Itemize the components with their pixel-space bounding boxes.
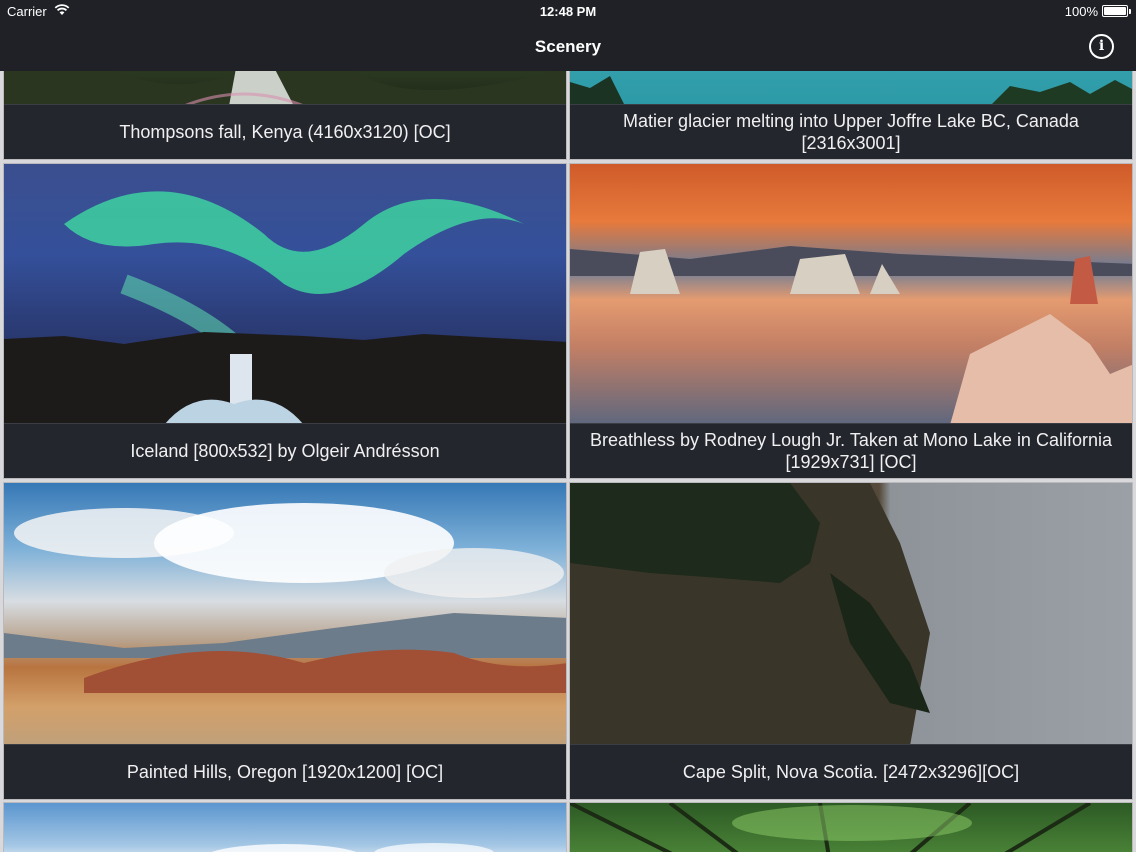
photo-thumbnail [4, 483, 566, 746]
photo-caption: Thompsons fall, Kenya (4160x3120) [OC] [4, 104, 566, 159]
info-icon: i [1098, 38, 1105, 54]
navigation-bar: Scenery i [0, 24, 1136, 71]
photo-card[interactable]: Iceland [800x532] by Olgeir Andrésson [3, 163, 567, 479]
photo-thumbnail [570, 803, 1132, 852]
battery-percent: 100% [1064, 4, 1098, 19]
page-title: Scenery [534, 37, 602, 56]
photo-card[interactable] [569, 802, 1133, 852]
photo-thumbnail [4, 803, 566, 852]
app-window: Carrier 12:48 PM 100% Scenery i Thompson… [0, 0, 1136, 852]
photo-caption: Painted Hills, Oregon [1920x1200] [OC] [4, 744, 566, 799]
photo-card[interactable]: Matier glacier melting into Upper Joffre… [569, 71, 1133, 160]
photo-caption: Matier glacier melting into Upper Joffre… [570, 104, 1132, 159]
photo-thumbnail [570, 71, 1132, 106]
photo-thumbnail [570, 164, 1132, 425]
info-button[interactable]: i [1089, 34, 1114, 59]
photo-card[interactable]: Thompsons fall, Kenya (4160x3120) [OC] [3, 71, 567, 160]
photo-caption: Breathless by Rodney Lough Jr. Taken at … [570, 423, 1132, 478]
photo-card[interactable]: Breathless by Rodney Lough Jr. Taken at … [569, 163, 1133, 479]
photo-caption: Cape Split, Nova Scotia. [2472x3296][OC] [570, 744, 1132, 799]
photo-card[interactable]: Painted Hills, Oregon [1920x1200] [OC] [3, 482, 567, 800]
photo-thumbnail [570, 483, 1132, 746]
status-time: 12:48 PM [539, 4, 597, 19]
photo-thumbnail [4, 164, 566, 425]
photo-card[interactable]: Cape Split, Nova Scotia. [2472x3296][OC] [569, 482, 1133, 800]
photo-thumbnail [4, 71, 566, 106]
status-bar: Carrier 12:48 PM 100% [0, 0, 1136, 24]
top-bar: Carrier 12:48 PM 100% Scenery i [0, 0, 1136, 71]
photo-card[interactable] [3, 802, 567, 852]
photo-grid[interactable]: Thompsons fall, Kenya (4160x3120) [OC] M… [0, 71, 1136, 852]
battery-icon [1102, 5, 1131, 17]
photo-caption: Iceland [800x532] by Olgeir Andrésson [4, 423, 566, 478]
